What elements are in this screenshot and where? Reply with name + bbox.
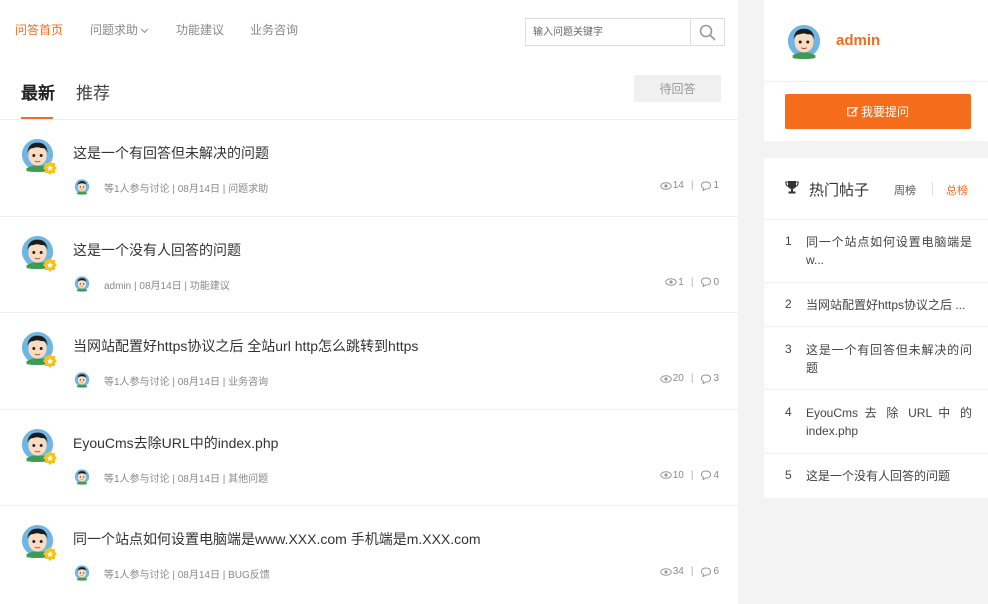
question-meta: 等1人参与讨论 | 08月14日 | 其他问题 — [104, 473, 269, 485]
hot-posts-header: 热门帖子 周榜 总榜 — [764, 158, 988, 220]
rank-number: 4 — [785, 405, 792, 419]
question-item: EyouCms去除URL中的index.php 等1人参与讨论 | 08月14日… — [0, 410, 738, 506]
hot-posts-card: 热门帖子 周榜 总榜 1 同一个站点如何设置电脑端是w... 2 当网站配置好h… — [764, 158, 988, 498]
question-title[interactable]: 同一个站点如何设置电脑端是www.XXX.com 手机端是m.XXX.com — [73, 529, 481, 549]
author-avatar — [74, 179, 90, 195]
user-name[interactable]: admin — [836, 32, 880, 49]
question-meta: 等1人参与讨论 | 08月14日 | BUG反馈 — [104, 570, 270, 581]
view-count: 10 — [672, 469, 684, 481]
tab-latest[interactable]: 最新 — [21, 79, 55, 104]
tab-total[interactable]: 总榜 — [946, 182, 968, 198]
question-title[interactable]: 这是一个有回答但未解决的问题 — [73, 143, 269, 163]
view-count: 14 — [672, 180, 684, 191]
reply-count: 0 — [713, 276, 719, 288]
search-box — [525, 18, 725, 46]
question-list: 这是一个有回答但未解决的问题 等1人参与讨论 | 08月14日 | 问题求助 1… — [0, 120, 738, 603]
reply-count: 1 — [713, 180, 719, 191]
comment-icon — [700, 567, 712, 577]
comment-icon — [700, 277, 712, 287]
rank-number: 3 — [785, 342, 792, 356]
active-tab-indicator — [21, 117, 53, 119]
tab-bar: 最新 推荐 待回答 — [0, 60, 738, 120]
search-icon — [699, 24, 716, 40]
hot-post-item[interactable]: 4 EyouCms 去 除 URL 中 的 index.php — [764, 390, 988, 454]
tab-recommended[interactable]: 推荐 — [76, 79, 110, 104]
question-stats: 20 | 3 — [660, 373, 719, 384]
question-item: 同一个站点如何设置电脑端是www.XXX.com 手机端是m.XXX.com 等… — [0, 506, 738, 603]
question-item: 这是一个没有人回答的问题 admin | 08月14日 | 功能建议 1 | 0 — [0, 217, 738, 313]
comment-icon — [700, 374, 712, 384]
user-avatar[interactable] — [786, 24, 822, 60]
hot-post-title: 这是一个没有人回答的问题 — [806, 469, 951, 483]
question-stats: 34 | 6 — [660, 566, 719, 577]
hot-post-item[interactable]: 3 这是一个有回答但未解决的问题 — [764, 327, 988, 390]
question-title[interactable]: EyouCms去除URL中的index.php — [73, 433, 278, 453]
eye-icon — [665, 278, 677, 286]
comment-icon — [700, 181, 712, 191]
search-button[interactable] — [690, 19, 724, 45]
hot-post-item[interactable]: 5 这是一个没有人回答的问题 — [764, 454, 988, 498]
question-item: 当网站配置好https协议之后 全站url http怎么跳转到https 等1人… — [0, 313, 738, 410]
avatar[interactable] — [21, 524, 57, 562]
avatar[interactable] — [21, 235, 57, 273]
avatar[interactable] — [21, 138, 57, 176]
eye-icon — [660, 375, 672, 383]
trophy-icon — [785, 181, 799, 194]
hot-post-title: 同一个站点如何设置电脑端是w... — [806, 235, 972, 267]
author-avatar — [74, 565, 90, 581]
hot-post-title: 这是一个有回答但未解决的问题 — [806, 343, 972, 375]
question-meta: 等1人参与讨论 | 08月14日 | 问题求助 — [104, 184, 269, 195]
hot-post-title: EyouCms 去 除 URL 中 的 index.php — [806, 406, 972, 438]
divider — [764, 81, 988, 82]
view-count: 1 — [678, 276, 684, 288]
nav-item-business[interactable]: 业务咨询 — [250, 21, 298, 38]
author-avatar — [74, 469, 90, 485]
ask-question-button[interactable]: 我要提问 — [785, 94, 971, 129]
question-title[interactable]: 当网站配置好https协议之后 全站url http怎么跳转到https — [73, 336, 418, 356]
pending-answer-button[interactable]: 待回答 — [634, 75, 721, 102]
hot-post-item[interactable]: 2 当网站配置好https协议之后 ... — [764, 283, 988, 327]
hot-posts-list: 1 同一个站点如何设置电脑端是w... 2 当网站配置好https协议之后 ..… — [764, 220, 988, 498]
author-avatar — [74, 372, 90, 388]
tab-weekly[interactable]: 周榜 — [894, 182, 916, 198]
edit-icon — [847, 106, 859, 117]
question-item: 这是一个有回答但未解决的问题 等1人参与讨论 | 08月14日 | 问题求助 1… — [0, 120, 738, 217]
hot-posts-title: 热门帖子 — [809, 182, 870, 199]
rank-number: 2 — [785, 297, 792, 311]
search-input[interactable] — [526, 19, 690, 45]
ask-question-label: 我要提问 — [860, 105, 909, 119]
question-title[interactable]: 这是一个没有人回答的问题 — [73, 240, 241, 260]
top-nav: 问答首页 问题求助 功能建议 业务咨询 — [0, 0, 738, 60]
nav-item-help[interactable]: 问题求助 — [90, 21, 149, 38]
avatar[interactable] — [21, 428, 57, 466]
hot-post-item[interactable]: 1 同一个站点如何设置电脑端是w... — [764, 220, 988, 283]
reply-count: 6 — [713, 566, 719, 577]
eye-icon — [660, 471, 672, 479]
avatar[interactable] — [21, 331, 57, 369]
nav-item-suggestion[interactable]: 功能建议 — [176, 21, 224, 38]
eye-icon — [660, 568, 672, 576]
question-meta: admin | 08月14日 | 功能建议 — [104, 280, 230, 292]
chevron-down-icon — [140, 25, 149, 34]
view-count: 20 — [672, 373, 684, 384]
author-avatar — [74, 276, 90, 292]
view-count: 34 — [672, 566, 684, 577]
question-stats: 1 | 0 — [665, 277, 719, 288]
question-stats: 10 | 4 — [660, 470, 719, 481]
rank-number: 5 — [785, 468, 792, 482]
question-stats: 14 | 1 — [660, 180, 719, 191]
hot-post-title: 当网站配置好https协议之后 ... — [806, 298, 966, 312]
question-meta: 等1人参与讨论 | 08月14日 | 业务咨询 — [104, 377, 269, 388]
eye-icon — [660, 182, 672, 190]
reply-count: 4 — [713, 469, 719, 481]
main-panel: 问答首页 问题求助 功能建议 业务咨询 最新 推荐 待回答 这是一个有回答但未解… — [0, 0, 738, 604]
user-card: admin 我要提问 — [764, 0, 988, 141]
comment-icon — [700, 470, 712, 480]
divider — [932, 182, 933, 195]
rank-number: 1 — [785, 234, 792, 248]
nav-item-home[interactable]: 问答首页 — [15, 21, 63, 38]
reply-count: 3 — [713, 373, 719, 384]
